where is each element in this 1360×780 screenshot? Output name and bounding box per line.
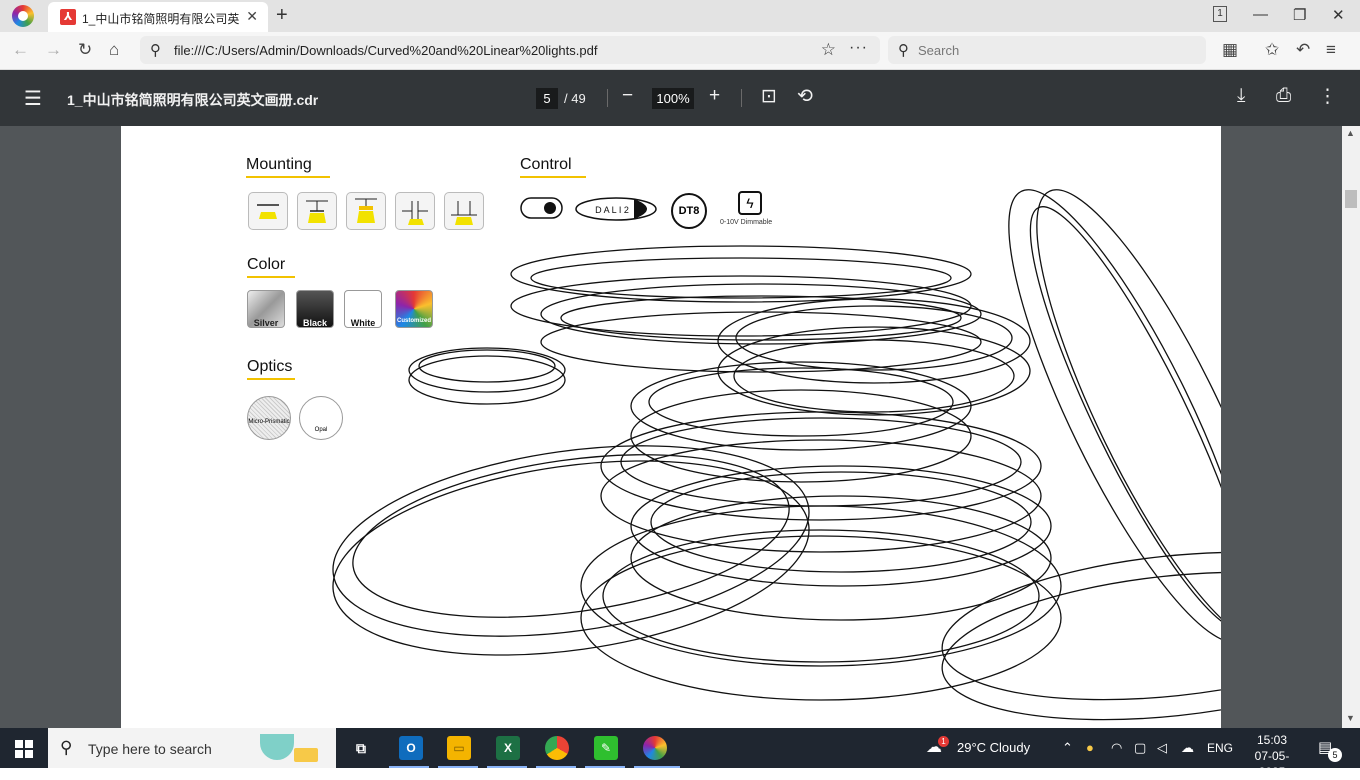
page-number-input[interactable] [536, 88, 558, 109]
zoom-level[interactable]: 100% [652, 88, 694, 109]
tab-strip: ⅄ 1_中山市铭简照明有限公司英 ✕ + 1 — ❐ ✕ [0, 0, 1360, 32]
zoom-out-icon[interactable]: − [622, 85, 633, 107]
ring-lights-illustration [332, 189, 1221, 721]
title-underline [246, 176, 330, 178]
tab-active[interactable]: ⅄ 1_中山市铭简照明有限公司英 ✕ [48, 2, 268, 32]
color-swatch-silver: Silver [247, 290, 285, 328]
undo-icon[interactable]: ↶ [1296, 40, 1310, 60]
search-highlight-icon [260, 734, 294, 760]
title-underline [247, 378, 295, 380]
windows-start-icon[interactable] [15, 740, 33, 758]
vertical-scrollbar[interactable]: ▲ ▼ [1342, 126, 1360, 728]
search-box[interactable]: ⚲ [888, 36, 1206, 64]
excel-icon[interactable]: X [496, 736, 520, 760]
language-indicator[interactable]: ENG [1207, 741, 1233, 755]
onedrive-icon[interactable]: ☁ [1181, 740, 1194, 756]
green-app-icon[interactable]: ✎ [594, 736, 618, 760]
bookmark-star-icon[interactable]: ☆ [821, 40, 836, 60]
tab-close-icon[interactable]: ✕ [246, 8, 258, 25]
search-icon: ⚲ [60, 738, 73, 757]
reload-icon[interactable]: ↻ [78, 40, 92, 60]
color-title: Color [247, 256, 286, 273]
network-icon[interactable]: ◠ [1111, 740, 1122, 756]
rotate-icon[interactable]: ⟲ [797, 85, 813, 108]
window-count-icon[interactable]: 1 [1213, 6, 1227, 22]
pdf-toolbar: ☰ 1_中山市铭简照明有限公司英文画册.cdr / 49 − 100% + ⊡ … [0, 70, 1360, 126]
apps-grid-icon[interactable]: ▦ [1222, 40, 1238, 60]
url-text[interactable]: file:///C:/Users/Admin/Downloads/Curved%… [174, 43, 597, 58]
back-icon[interactable]: ← [12, 40, 29, 60]
zoom-in-icon[interactable]: + [709, 85, 720, 107]
menu-icon[interactable]: ≡ [1326, 40, 1336, 60]
toolbar-divider [741, 89, 742, 107]
weather-text[interactable]: 29°C Cloudy [957, 740, 1030, 755]
more-actions-icon[interactable]: ⋮ [1318, 85, 1337, 108]
outlook-icon[interactable]: O [399, 736, 423, 760]
notification-count: 5 [1328, 748, 1342, 762]
mounting-title: Mounting [246, 156, 312, 173]
favorites-icon[interactable]: ✩ [1265, 40, 1279, 60]
volume-icon[interactable]: ◁ [1157, 740, 1167, 756]
scroll-up-icon[interactable]: ▲ [1346, 128, 1355, 138]
butter-icon [294, 748, 318, 762]
search-input[interactable] [918, 41, 1188, 59]
fit-page-icon[interactable]: ⊡ [761, 85, 777, 108]
taskbar: ⚲ Type here to search ⧉ O ▭ X ✎ ☁ 1 29°C… [0, 728, 1360, 779]
clock[interactable]: 15:03 07-05-2025 [1243, 732, 1301, 780]
browser-logo-icon[interactable] [12, 5, 34, 27]
tray-chevron-icon[interactable]: ⌃ [1062, 740, 1073, 756]
tray-app-icon[interactable]: ● [1086, 740, 1094, 755]
optics-title: Optics [247, 358, 293, 375]
address-bar[interactable]: ⚲ file:///C:/Users/Admin/Downloads/Curve… [140, 36, 880, 64]
file-explorer-icon[interactable]: ▭ [447, 736, 471, 760]
meet-icon[interactable]: ▢ [1134, 740, 1146, 756]
task-view-icon[interactable]: ⧉ [349, 736, 373, 760]
search-icon: ⚲ [150, 42, 161, 59]
print-icon[interactable]: ⎙ [1276, 85, 1291, 107]
restore-icon[interactable]: ❐ [1293, 6, 1306, 24]
chrome-icon[interactable] [545, 736, 569, 760]
weather-badge: 1 [938, 736, 949, 747]
minimize-icon[interactable]: — [1253, 6, 1268, 23]
pdf-viewer[interactable]: Mounting Control D A L I 2 DT8 ϟ 0-10V D… [0, 126, 1342, 728]
taskbar-search[interactable]: ⚲ Type here to search [48, 728, 336, 768]
scroll-down-icon[interactable]: ▼ [1346, 713, 1355, 723]
tab-title: 1_中山市铭简照明有限公司英 [82, 12, 240, 26]
taskbar-search-text: Type here to search [88, 741, 212, 757]
clock-date: 07-05-2025 [1254, 749, 1290, 779]
clock-time: 15:03 [1256, 733, 1288, 747]
page-total: / 49 [564, 91, 586, 106]
navigation-bar: ← → ↻ ⌂ ⚲ file:///C:/Users/Admin/Downloa… [0, 32, 1360, 70]
browser-taskbar-icon[interactable] [643, 736, 667, 760]
mounting-recessed-icon [248, 192, 288, 230]
forward-icon[interactable]: → [45, 40, 62, 60]
search-icon: ⚲ [898, 42, 909, 59]
optic-micro-prismatic: Micro-Prismatic [247, 396, 291, 440]
home-icon[interactable]: ⌂ [109, 40, 119, 60]
toolbar-divider [607, 89, 608, 107]
sidebar-menu-icon[interactable]: ☰ [24, 86, 42, 111]
download-icon[interactable]: ⤓ [1237, 85, 1245, 107]
title-underline [247, 276, 295, 278]
scrollbar-thumb[interactable] [1345, 190, 1357, 208]
pdf-icon: ⅄ [60, 9, 76, 25]
new-tab-button[interactable]: + [276, 4, 288, 27]
pdf-page: Mounting Control D A L I 2 DT8 ϟ 0-10V D… [121, 126, 1221, 728]
document-title: 1_中山市铭简照明有限公司英文画册.cdr [67, 92, 319, 108]
close-window-icon[interactable]: ✕ [1332, 6, 1345, 24]
more-icon[interactable]: ··· [849, 39, 868, 57]
